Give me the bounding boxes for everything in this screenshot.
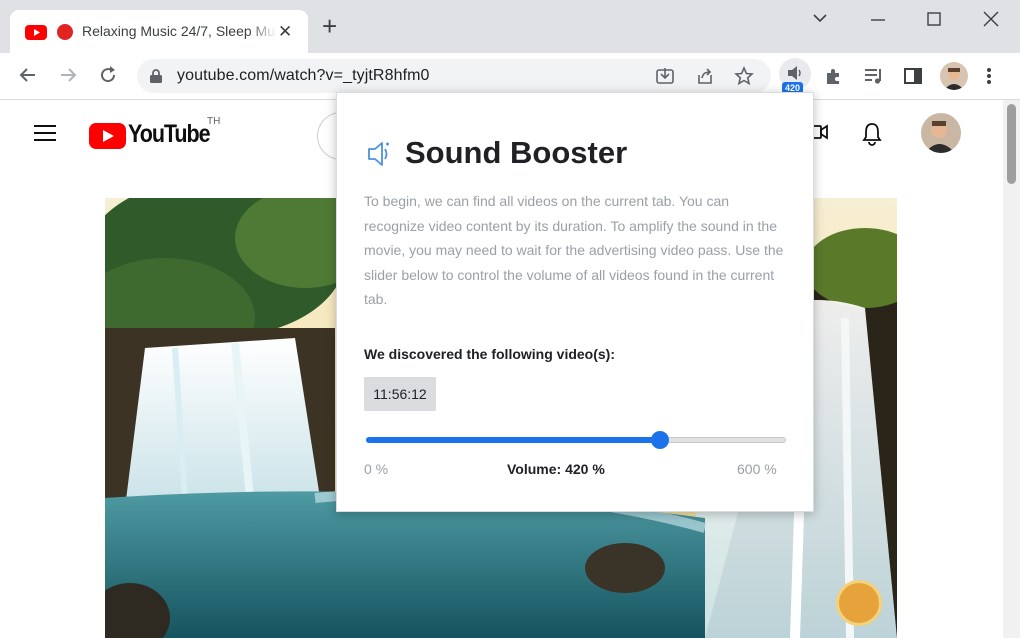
volume-max-label: 600 % [737,461,777,477]
volume-slider-fill [366,437,660,443]
media-controls-icon[interactable] [863,66,885,86]
profile-avatar[interactable] [940,62,968,90]
popup-description: To begin, we can find all videos on the … [364,193,784,307]
page-scrollbar[interactable] [1003,100,1020,638]
country-code: TH [207,116,221,127]
sound-booster-popup: Sound Booster To begin, we can find all … [336,92,814,512]
profile-avatar-icon [944,68,964,90]
tab-strip: Relaxing Music 24/7, Sleep Music ✕ + [0,0,1020,53]
speaker-icon [788,66,801,80]
forward-icon[interactable] [58,65,78,85]
youtube-favicon-icon [25,25,47,40]
tab-title: Relaxing Music 24/7, Sleep Music [82,23,277,39]
channel-watermark-icon[interactable] [836,580,882,626]
share-icon[interactable] [695,66,715,86]
new-tab-button[interactable]: + [322,13,337,39]
volume-slider[interactable] [366,431,786,449]
chevron-down-icon[interactable] [812,12,828,24]
address-bar[interactable]: youtube.com/watch?v=_tyjtR8hfm0 [137,59,771,93]
sound-booster-extension-button[interactable]: 420 [779,58,811,94]
url-text[interactable]: youtube.com/watch?v=_tyjtR8hfm0 [177,67,430,85]
maximize-icon[interactable] [927,12,941,26]
tab-audio-indicator-icon [57,24,73,40]
tab-close-icon[interactable]: ✕ [278,22,292,42]
side-panel-icon[interactable] [903,66,923,86]
menu-icon[interactable] [33,124,57,142]
popup-title: Sound Booster [405,135,628,170]
bookmark-star-icon[interactable] [734,66,754,86]
volume-slider-thumb[interactable] [651,431,669,449]
youtube-wordmark[interactable]: YouTube [128,120,211,149]
browser-tab[interactable]: Relaxing Music 24/7, Sleep Music ✕ [10,10,308,53]
back-icon[interactable] [18,65,38,85]
minimize-icon[interactable] [870,18,886,22]
scrollbar-thumb[interactable] [1007,104,1016,184]
reload-icon[interactable] [98,65,118,85]
volume-value-label: Volume: 420 % [507,461,605,477]
account-avatar[interactable] [921,113,961,153]
sound-booster-logo-icon [368,142,389,166]
account-avatar-icon [925,121,955,153]
extensions-puzzle-icon[interactable] [824,66,844,86]
more-menu-icon[interactable] [986,66,992,86]
install-icon[interactable] [655,66,675,86]
lock-icon[interactable] [149,68,163,84]
youtube-logo-icon[interactable] [89,123,126,149]
volume-min-label: 0 % [364,461,389,477]
found-video-chip[interactable]: 11:56:12 [364,377,436,411]
notifications-bell-icon[interactable] [861,122,883,146]
found-videos-label: We discovered the following video(s): [364,346,615,362]
window-close-icon[interactable] [983,11,999,27]
